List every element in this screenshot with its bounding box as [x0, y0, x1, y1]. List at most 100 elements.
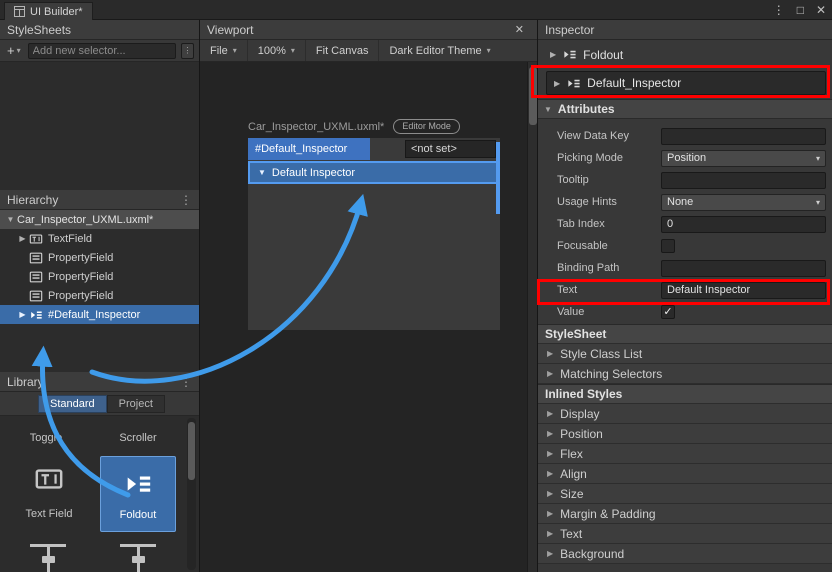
section-align[interactable]: ▶Align — [538, 464, 832, 484]
canvas-textfield-value[interactable]: <not set> — [405, 140, 496, 158]
hierarchy-root[interactable]: ▼Car_Inspector_UXML.uxml* — [0, 210, 199, 229]
slider-icon[interactable] — [118, 544, 158, 572]
zoom-dropdown[interactable]: 100% ▾ — [248, 40, 306, 61]
attribute-checkbox[interactable] — [661, 239, 675, 253]
viewport-scrollbar[interactable] — [527, 62, 537, 572]
section-label: Text — [560, 527, 582, 541]
attribute-row-binding-path: Binding Path — [538, 257, 832, 279]
element-type-label: Foldout — [583, 48, 623, 62]
library-item-toggle[interactable]: Toggle — [14, 432, 78, 444]
window-tab[interactable]: UI Builder* — [4, 2, 93, 20]
viewport-title: Viewport — [207, 23, 253, 37]
library-title: Library — [7, 375, 44, 389]
add-selector-button[interactable]: + ▾ — [5, 43, 23, 58]
stylesheets-title: StyleSheets — [7, 23, 71, 37]
propertyfield-icon — [29, 270, 43, 284]
hierarchy-item-textfield[interactable]: ▶TextField — [0, 229, 199, 248]
canvas-document[interactable]: <not set> #Default_Inspector ▼ Default I… — [248, 138, 500, 330]
library-item-scroller[interactable]: Scroller — [106, 432, 170, 444]
library-scrollbar-thumb[interactable] — [188, 422, 195, 480]
canvas-foldout-label: Default Inspector — [272, 167, 355, 179]
attribute-row-tooltip: Tooltip — [538, 169, 832, 191]
canvas-foldout-row[interactable]: ▼ Default Inspector — [248, 161, 500, 184]
attribute-text-field[interactable] — [661, 128, 826, 145]
add-selector-input[interactable] — [28, 43, 176, 59]
attribute-text-field[interactable]: 0 — [661, 216, 826, 233]
section-label: Align — [560, 467, 587, 481]
propertyfield-icon — [29, 289, 43, 303]
inspector-title: Inspector — [545, 23, 594, 37]
attribute-row-usage-hints: Usage HintsNone▾ — [538, 191, 832, 213]
attribute-text-field[interactable] — [661, 260, 826, 277]
section-style-class-list[interactable]: ▶Style Class List — [538, 344, 832, 364]
attribute-dropdown[interactable]: Position ▾ — [661, 150, 826, 167]
section-inlined-styles[interactable]: Inlined Styles — [538, 384, 832, 404]
section-stylesheet[interactable]: StyleSheet — [538, 324, 832, 344]
chevron-down-icon: ▾ — [816, 154, 820, 163]
chevron-collapsed-icon[interactable]: ▶ — [16, 310, 29, 319]
library-tab-project[interactable]: Project — [107, 395, 165, 413]
left-panel: StyleSheets + ▾ ⋮ Hierarchy ⋮ ▼Car_Inspe… — [0, 20, 200, 572]
slider-knob — [132, 556, 145, 563]
fit-canvas-button[interactable]: Fit Canvas — [306, 40, 380, 61]
library-item-foldout[interactable]: Foldout — [100, 456, 176, 532]
viewport-scrollbar-thumb[interactable] — [529, 67, 537, 125]
attributes-section-header[interactable]: ▼ Attributes — [538, 99, 832, 119]
chevron-expanded-icon[interactable]: ▼ — [4, 215, 17, 224]
textfield-icon — [34, 464, 64, 494]
chevron-down-icon: ▾ — [816, 198, 820, 207]
library-item-text-field[interactable]: Text Field — [8, 454, 90, 532]
hierarchy-item-label: #Default_Inspector — [48, 309, 140, 321]
attribute-text-field[interactable]: Default Inspector — [661, 282, 826, 299]
foldout-icon — [123, 469, 153, 499]
window-menu-icon[interactable]: ⋮ — [773, 3, 785, 17]
hierarchy-item-propertyfield[interactable]: PropertyField — [0, 267, 199, 286]
section-margin-padding[interactable]: ▶Margin & Padding — [538, 504, 832, 524]
attribute-dropdown[interactable]: None▾ — [661, 194, 826, 211]
window-maximize-icon[interactable]: □ — [797, 3, 804, 17]
file-menu[interactable]: File ▾ — [200, 40, 248, 61]
zoom-value: 100% — [258, 45, 286, 57]
library-scrollbar[interactable] — [187, 418, 196, 570]
library-tab-standard[interactable]: Standard — [38, 395, 107, 413]
section-flex[interactable]: ▶Flex — [538, 444, 832, 464]
attribute-row-focusable: Focusable — [538, 235, 832, 257]
section-display[interactable]: ▶Display — [538, 404, 832, 424]
attribute-label: Picking Mode — [557, 152, 661, 164]
chevron-expanded-icon: ▼ — [544, 105, 552, 114]
inspector-element-name-field[interactable]: ▶ Default_Inspector — [546, 71, 826, 95]
chevron-collapsed-icon: ▶ — [547, 509, 553, 518]
viewport-panel: Viewport ✕ File ▾ 100% ▾ Fit Canvas Dark… — [200, 20, 538, 572]
stylesheets-header: StyleSheets — [0, 20, 199, 40]
section-matching-selectors[interactable]: ▶Matching Selectors — [538, 364, 832, 384]
inspector-element-type-row[interactable]: ▶ Foldout — [550, 47, 623, 62]
selected-element-tag[interactable]: #Default_Inspector — [248, 138, 370, 160]
section-background[interactable]: ▶Background — [538, 544, 832, 564]
section-size[interactable]: ▶Size — [538, 484, 832, 504]
hierarchy-item-label: PropertyField — [48, 290, 113, 302]
chevron-down-icon: ▾ — [17, 46, 21, 55]
attribute-text-field[interactable] — [661, 172, 826, 189]
hierarchy-item-propertyfield[interactable]: PropertyField — [0, 248, 199, 267]
attribute-checkbox[interactable]: ✓ — [661, 305, 675, 319]
dropdown-value: Position — [667, 152, 706, 164]
inspector-sections: StyleSheet▶Style Class List▶Matching Sel… — [538, 324, 832, 564]
fit-canvas-label: Fit Canvas — [316, 45, 369, 57]
attribute-label: Text — [557, 284, 661, 296]
section-position[interactable]: ▶Position — [538, 424, 832, 444]
selector-options-button[interactable]: ⋮ — [181, 43, 194, 59]
viewport-close-icon[interactable]: ✕ — [515, 23, 530, 36]
chevron-collapsed-icon[interactable]: ▶ — [16, 234, 29, 243]
hierarchy-menu-icon[interactable]: ⋮ — [180, 193, 192, 207]
hierarchy-item-propertyfield[interactable]: PropertyField — [0, 286, 199, 305]
theme-dropdown[interactable]: Dark Editor Theme ▾ — [379, 40, 500, 61]
attribute-label: View Data Key — [557, 130, 661, 142]
slider-icon[interactable] — [28, 544, 68, 572]
section-text[interactable]: ▶Text — [538, 524, 832, 544]
window-close-icon[interactable]: ✕ — [816, 3, 826, 17]
hierarchy-item-default-inspector[interactable]: ▶ #Default_Inspector — [0, 305, 199, 324]
section-label: Matching Selectors — [560, 367, 662, 381]
window-controls: ⋮ □ ✕ — [773, 0, 826, 20]
foldout-icon — [566, 76, 581, 91]
library-menu-icon[interactable]: ⋮ — [180, 375, 192, 389]
